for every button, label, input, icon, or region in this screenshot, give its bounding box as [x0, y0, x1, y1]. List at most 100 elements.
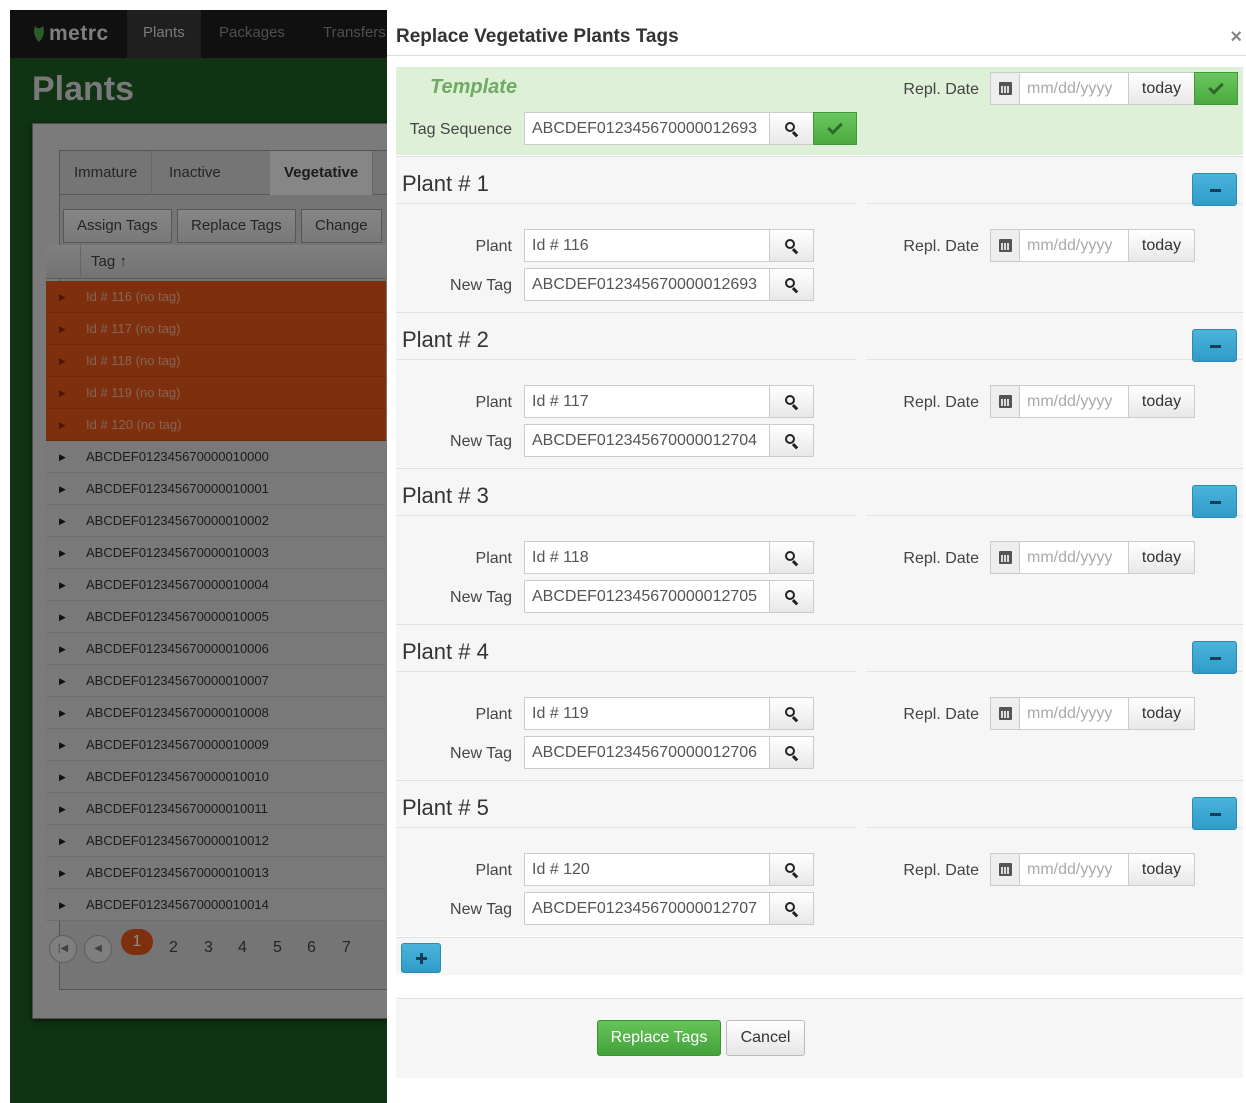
background-app: metrc Plants Packages Transfers Plants I… [10, 10, 388, 1103]
repl-date-input[interactable]: mm/dd/yyyy [1019, 853, 1129, 886]
new-tag-search-button[interactable] [769, 424, 814, 457]
new-tag-input[interactable]: ABCDEF012345670000012706 [524, 736, 770, 769]
new-tag-search-button[interactable] [769, 892, 814, 925]
calendar-icon[interactable] [990, 229, 1020, 262]
plant-input[interactable]: Id # 119 [524, 697, 770, 730]
search-icon [784, 238, 799, 255]
new-tag-label: New Tag [450, 277, 512, 294]
modal-backdrop [10, 10, 388, 1103]
template-repl-date-input[interactable]: mm/dd/yyyy [1019, 72, 1129, 105]
minus-icon[interactable] [1192, 641, 1237, 674]
plant-input[interactable]: Id # 118 [524, 541, 770, 574]
plant-title: Plant # 3 [402, 483, 489, 508]
minus-icon[interactable] [1192, 329, 1237, 362]
repl-date-label: Repl. Date [903, 394, 979, 411]
search-icon [784, 550, 799, 567]
today-button[interactable]: today [1128, 697, 1195, 730]
new-tag-search-button[interactable] [769, 268, 814, 301]
template-today-button[interactable]: today [1128, 72, 1195, 105]
plant-label: Plant [475, 394, 512, 411]
repl-date-label: Repl. Date [903, 550, 979, 567]
divider [396, 203, 856, 204]
today-button[interactable]: today [1128, 385, 1195, 418]
add-plant-row [396, 937, 1243, 975]
new-tag-search-button[interactable] [769, 580, 814, 613]
check-icon [1208, 78, 1224, 95]
plus-icon[interactable] [401, 943, 441, 973]
new-tag-label: New Tag [450, 589, 512, 606]
new-tag-input[interactable]: ABCDEF012345670000012705 [524, 580, 770, 613]
tag-sequence-input[interactable]: ABCDEF012345670000012693 [524, 112, 770, 145]
repl-date-label: Repl. Date [903, 706, 979, 723]
plant-entry: Plant # 2 Plant Id # 117 New Tag ABCDEF01234… [396, 312, 1243, 468]
search-icon [784, 433, 799, 450]
minus-icon[interactable] [1192, 173, 1237, 206]
plant-label: Plant [475, 238, 512, 255]
calendar-icon[interactable] [990, 853, 1020, 886]
plant-title: Plant # 1 [402, 171, 489, 196]
search-icon [784, 901, 799, 918]
plant-entry: Plant # 1 Plant Id # 116 New Tag ABCDEF01234… [396, 156, 1243, 312]
template-date-apply-button[interactable] [1194, 72, 1238, 105]
repl-date-label: Repl. Date [903, 862, 979, 879]
calendar-icon[interactable] [990, 385, 1020, 418]
repl-date-input[interactable]: mm/dd/yyyy [1019, 385, 1129, 418]
template-repl-date-label: Repl. Date [903, 81, 979, 98]
repl-date-input[interactable]: mm/dd/yyyy [1019, 229, 1129, 262]
minus-icon[interactable] [1192, 797, 1237, 830]
new-tag-input[interactable]: ABCDEF012345670000012707 [524, 892, 770, 925]
new-tag-label: New Tag [450, 433, 512, 450]
new-tag-label: New Tag [450, 745, 512, 762]
modal-footer: Replace Tags Cancel [396, 998, 1243, 1078]
plant-entry: Plant # 3 Plant Id # 118 New Tag ABCDEF01234… [396, 468, 1243, 624]
calendar-icon[interactable] [990, 697, 1020, 730]
plant-title: Plant # 4 [402, 639, 489, 664]
plant-search-button[interactable] [769, 541, 814, 574]
plant-label: Plant [475, 706, 512, 723]
search-icon [784, 277, 799, 294]
plant-search-button[interactable] [769, 697, 814, 730]
cancel-button[interactable]: Cancel [726, 1020, 805, 1056]
divider [396, 359, 856, 360]
plant-entry: Plant # 4 Plant Id # 119 New Tag ABCDEF01234… [396, 624, 1243, 780]
minus-icon[interactable] [1192, 485, 1237, 518]
repl-date-input[interactable]: mm/dd/yyyy [1019, 697, 1129, 730]
today-button[interactable]: today [1128, 229, 1195, 262]
replace-tags-submit-button[interactable]: Replace Tags [597, 1020, 721, 1056]
plant-title: Plant # 5 [402, 795, 489, 820]
plant-search-button[interactable] [769, 385, 814, 418]
new-tag-label: New Tag [450, 901, 512, 918]
search-icon [784, 706, 799, 723]
search-icon [784, 394, 799, 411]
search-icon [784, 589, 799, 606]
plant-input[interactable]: Id # 117 [524, 385, 770, 418]
tag-sequence-search-button[interactable] [769, 112, 814, 145]
new-tag-input[interactable]: ABCDEF012345670000012704 [524, 424, 770, 457]
check-icon [827, 118, 843, 135]
close-icon[interactable]: × [1230, 26, 1242, 49]
repl-date-label: Repl. Date [903, 238, 979, 255]
new-tag-input[interactable]: ABCDEF012345670000012693 [524, 268, 770, 301]
tag-sequence-apply-button[interactable] [813, 112, 857, 145]
calendar-icon[interactable] [990, 541, 1020, 574]
search-icon [784, 121, 799, 138]
search-icon [784, 862, 799, 879]
divider [866, 827, 1243, 828]
replace-tags-modal: Replace Vegetative Plants Tags × Templat… [387, 10, 1246, 1103]
plant-label: Plant [475, 550, 512, 567]
plant-search-button[interactable] [769, 229, 814, 262]
divider [396, 515, 856, 516]
plant-input[interactable]: Id # 116 [524, 229, 770, 262]
search-icon [784, 745, 799, 762]
tag-sequence-label: Tag Sequence [409, 121, 512, 138]
calendar-icon[interactable] [990, 72, 1020, 105]
divider [866, 515, 1243, 516]
today-button[interactable]: today [1128, 853, 1195, 886]
repl-date-input[interactable]: mm/dd/yyyy [1019, 541, 1129, 574]
plant-search-button[interactable] [769, 853, 814, 886]
divider [396, 671, 856, 672]
today-button[interactable]: today [1128, 541, 1195, 574]
plant-input[interactable]: Id # 120 [524, 853, 770, 886]
modal-header: Replace Vegetative Plants Tags × [387, 10, 1246, 56]
new-tag-search-button[interactable] [769, 736, 814, 769]
